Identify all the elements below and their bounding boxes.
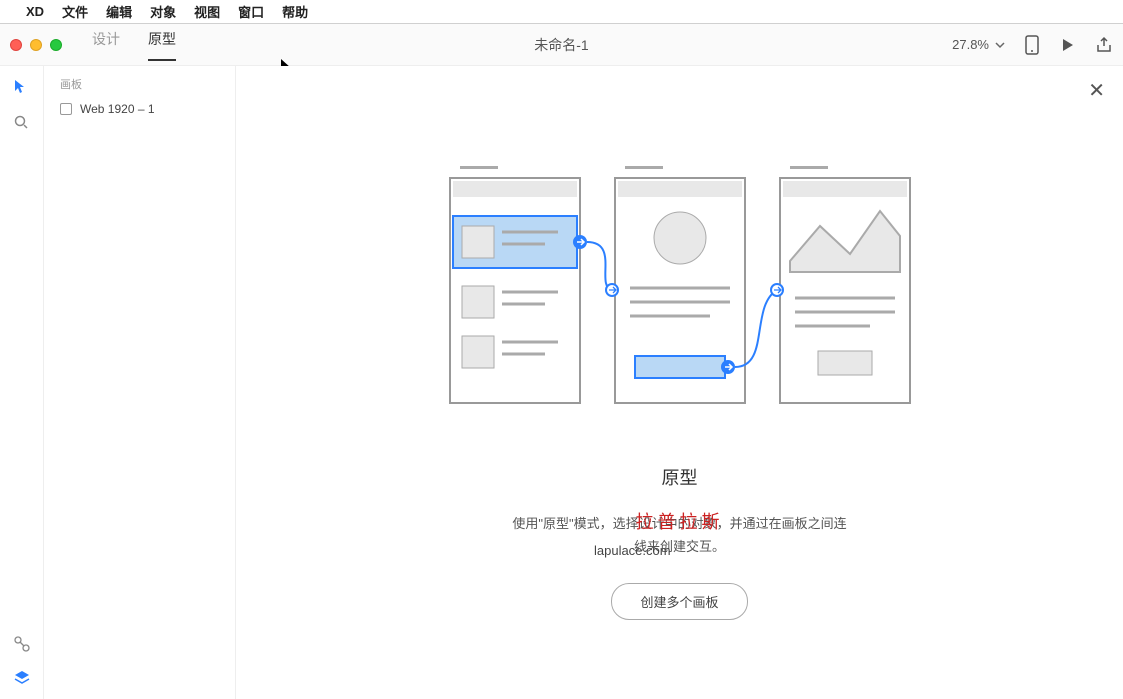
layers-icon[interactable] xyxy=(13,669,31,687)
close-window-button[interactable] xyxy=(10,39,22,51)
device-preview-icon[interactable] xyxy=(1023,36,1041,54)
minimize-window-button[interactable] xyxy=(30,39,42,51)
maximize-window-button[interactable] xyxy=(50,39,62,51)
menu-help[interactable]: 帮助 xyxy=(282,2,308,21)
app-name[interactable]: XD xyxy=(26,4,44,19)
left-tool-rail xyxy=(0,66,44,699)
watermark-text-cn: 拉普拉斯 xyxy=(636,506,724,538)
empty-state-title: 原型 xyxy=(440,464,920,490)
menu-view[interactable]: 视图 xyxy=(194,2,220,21)
menu-object[interactable]: 对象 xyxy=(150,2,176,21)
macos-menubar: XD 文件 编辑 对象 视图 窗口 帮助 xyxy=(0,0,1123,24)
zoom-control[interactable]: 27.8% xyxy=(952,37,1005,52)
prototype-empty-state: 原型 拉普拉斯 使用"原型"模式，选择设计中的对象，并通过在画板之间连 lapu… xyxy=(440,166,920,620)
window-controls xyxy=(10,39,62,51)
empty-state-description: 拉普拉斯 使用"原型"模式，选择设计中的对象，并通过在画板之间连 lapulac… xyxy=(440,512,920,559)
artboard-sidebar: 画板 Web 1920 – 1 xyxy=(44,66,236,699)
select-tool-icon[interactable] xyxy=(13,78,31,96)
menu-window[interactable]: 窗口 xyxy=(238,2,264,21)
plugins-icon[interactable] xyxy=(13,635,31,653)
zoom-value: 27.8% xyxy=(952,37,989,52)
menu-file[interactable]: 文件 xyxy=(62,2,88,21)
menu-edit[interactable]: 编辑 xyxy=(106,2,132,21)
create-artboards-button[interactable]: 创建多个画板 xyxy=(611,583,747,620)
artboard-item[interactable]: Web 1920 – 1 xyxy=(54,96,225,122)
document-title: 未命名-1 xyxy=(534,35,588,55)
mode-tabs: 设计 原型 xyxy=(92,29,176,61)
search-icon[interactable] xyxy=(13,114,31,132)
share-icon[interactable] xyxy=(1095,36,1113,54)
watermark-url: lapulace.com xyxy=(594,539,671,562)
canvas-area: ✕ xyxy=(236,66,1123,699)
app-toolbar: 设计 原型 未命名-1 27.8% xyxy=(0,24,1123,66)
sidebar-section-label: 画板 xyxy=(54,72,225,96)
artboard-icon xyxy=(60,103,72,115)
artboard-name: Web 1920 – 1 xyxy=(80,102,155,116)
toolbar-right: 27.8% xyxy=(952,36,1113,54)
close-panel-icon[interactable]: ✕ xyxy=(1088,78,1105,103)
chevron-down-icon xyxy=(995,40,1005,50)
tab-prototype[interactable]: 原型 xyxy=(148,29,176,61)
play-preview-icon[interactable] xyxy=(1059,36,1077,54)
prototype-illustration xyxy=(440,166,920,416)
tab-design[interactable]: 设计 xyxy=(92,29,120,61)
main-area: 画板 Web 1920 – 1 ✕ xyxy=(0,66,1123,699)
